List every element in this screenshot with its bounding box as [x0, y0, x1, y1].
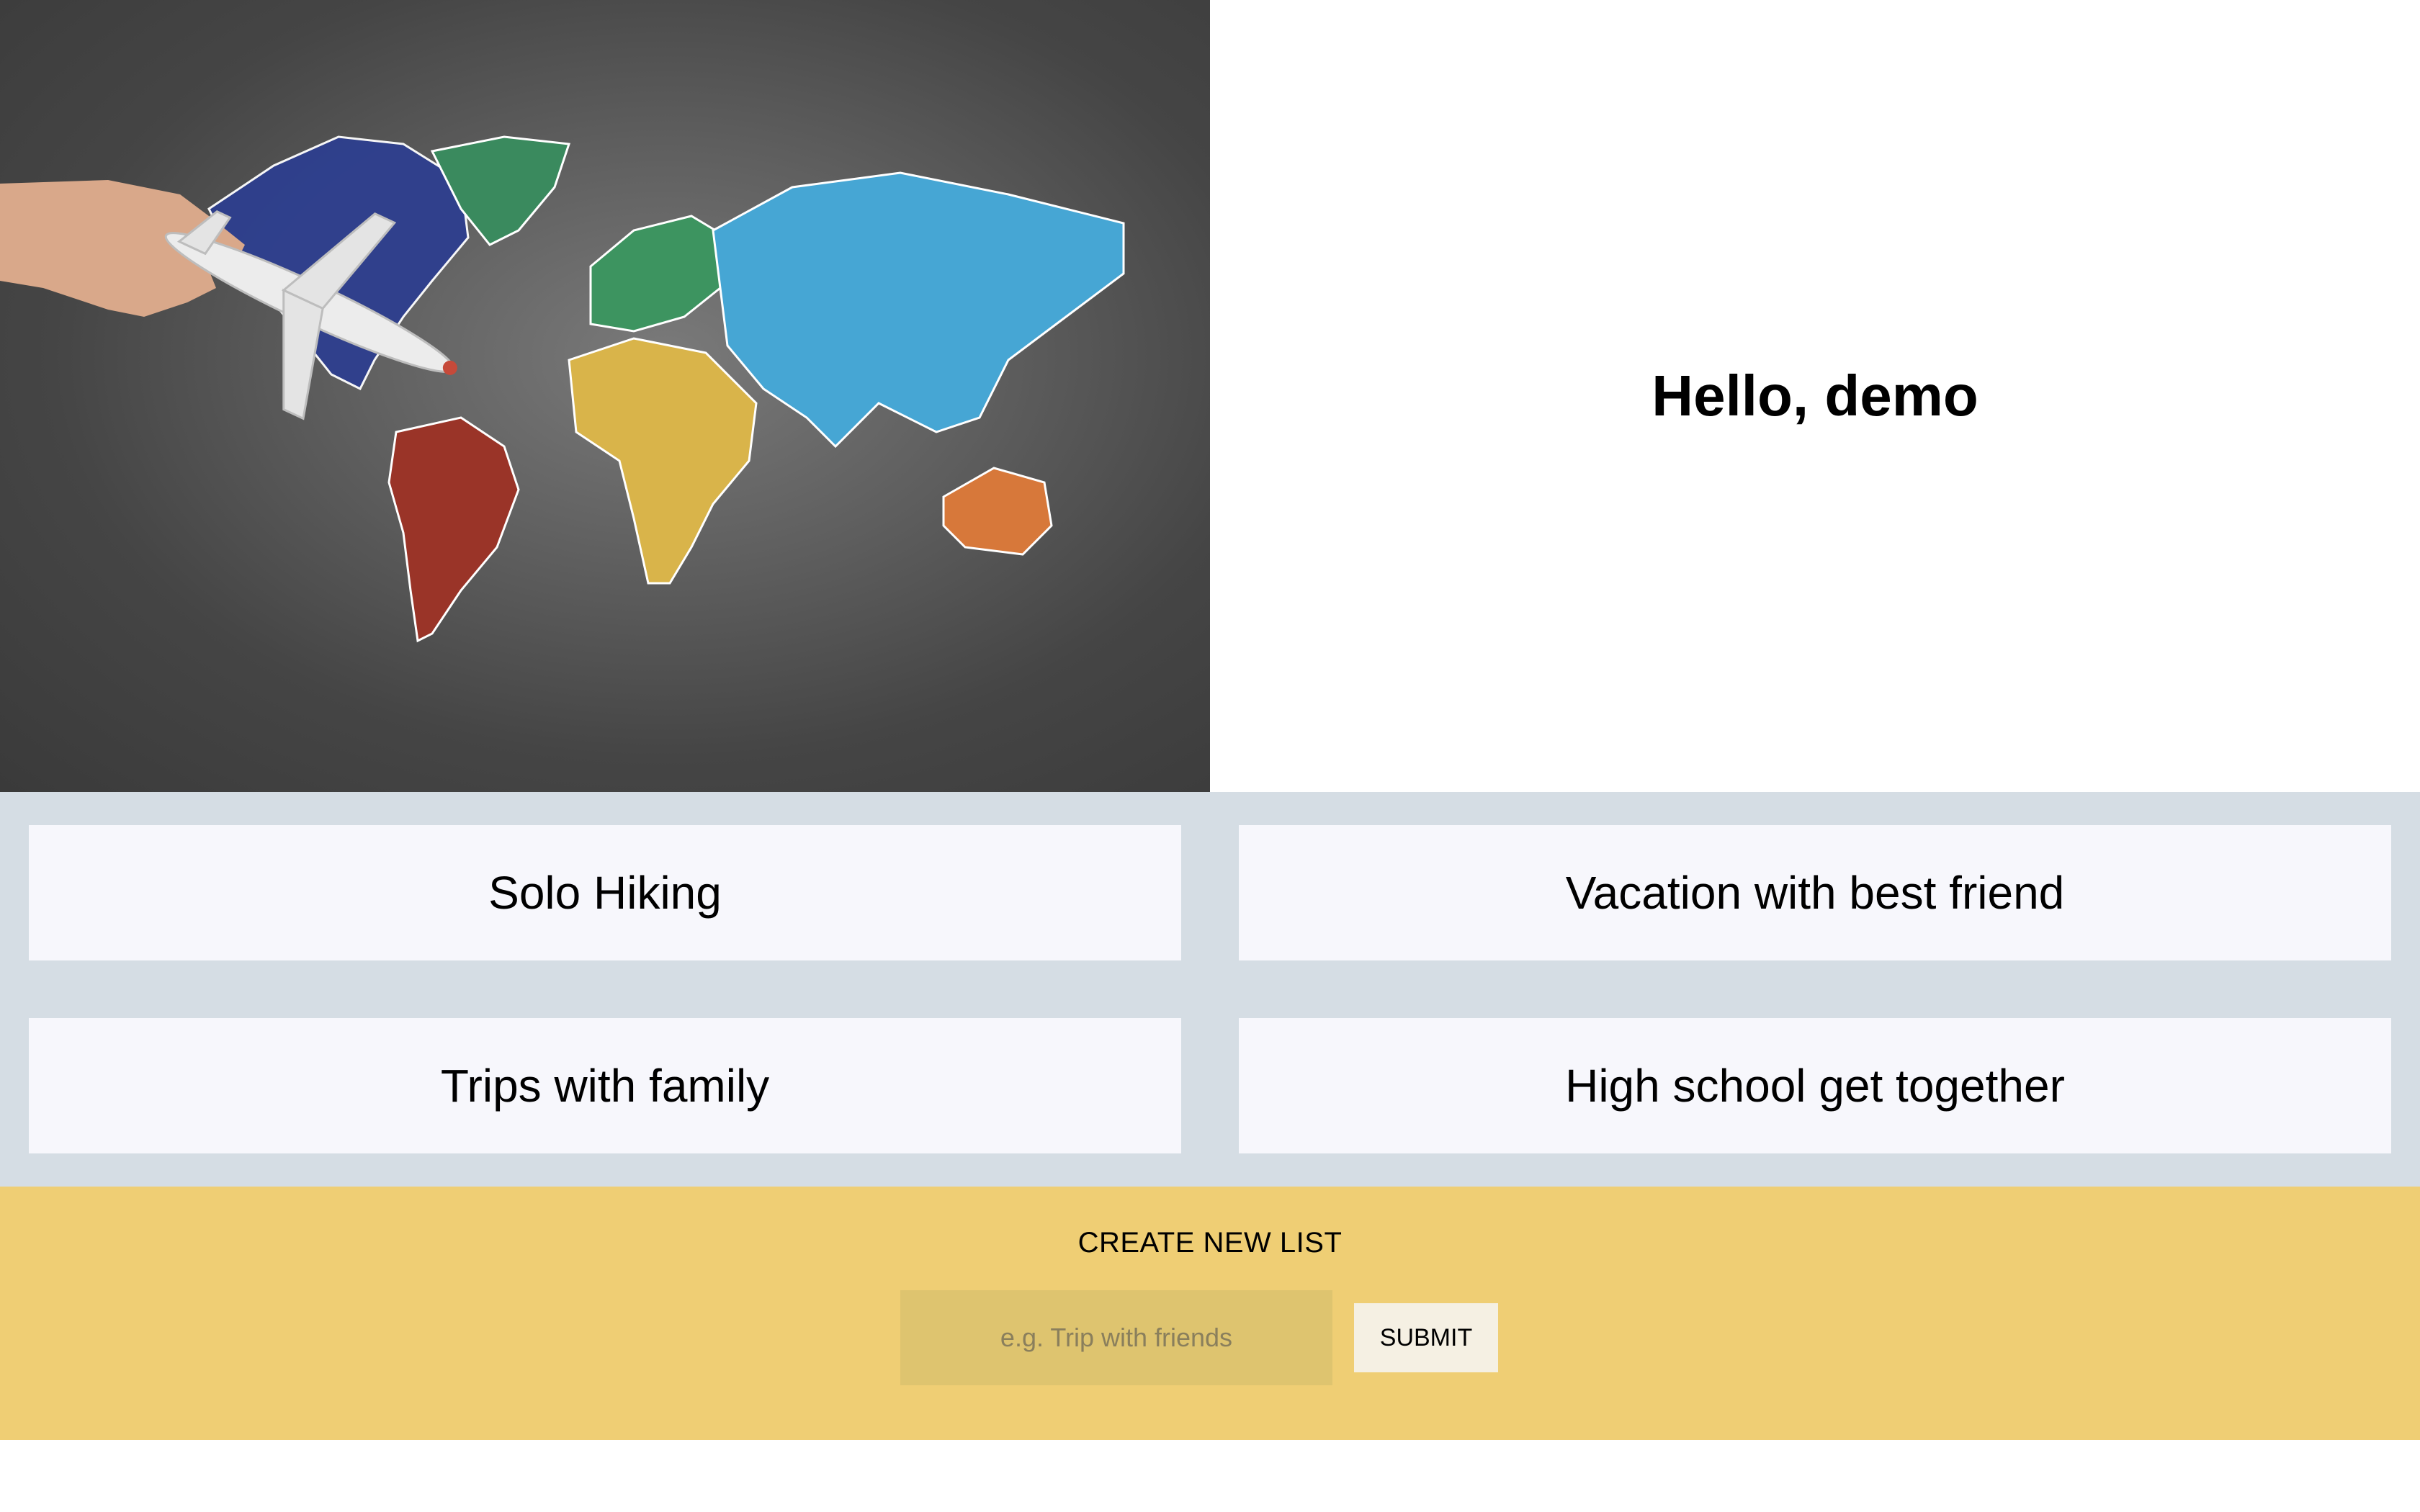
list-card-trips-with-family[interactable]: Trips with family	[29, 1018, 1181, 1153]
asia-shape	[712, 171, 1125, 449]
trip-lists-section: Solo Hiking Vacation with best friend Tr…	[0, 792, 2420, 1187]
create-list-title: CREATE NEW LIST	[1077, 1227, 1343, 1259]
list-card-vacation-with-best-friend[interactable]: Vacation with best friend	[1239, 825, 2391, 960]
greeting-panel: Hello, demo	[1210, 0, 2420, 792]
list-card-high-school-get-together[interactable]: High school get together	[1239, 1018, 2391, 1153]
south-america-shape	[387, 416, 520, 643]
list-card-solo-hiking[interactable]: Solo Hiking	[29, 825, 1181, 960]
hero-image	[0, 0, 1210, 792]
europe-shape	[589, 215, 729, 333]
new-list-name-input[interactable]	[900, 1290, 1332, 1385]
africa-shape	[568, 337, 758, 585]
create-list-section: CREATE NEW LIST SUBMIT	[0, 1187, 2420, 1440]
world-map-illustration	[0, 135, 1125, 643]
greeting-heading: Hello, demo	[1652, 364, 1978, 428]
hero-section: Hello, demo	[0, 0, 2420, 792]
submit-button[interactable]: SUBMIT	[1354, 1303, 1498, 1372]
australia-shape	[942, 467, 1053, 556]
